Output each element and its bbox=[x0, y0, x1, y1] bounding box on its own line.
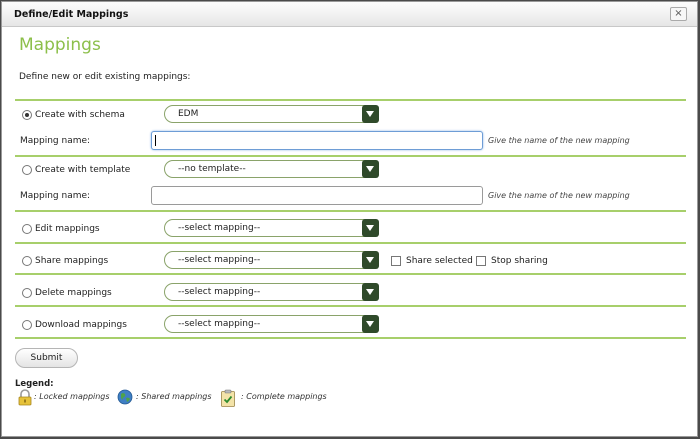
intro-text: Define new or edit existing mappings: bbox=[19, 72, 191, 82]
delete-mappings-row: Delete mappings --select mapping-- bbox=[15, 283, 686, 305]
edit-mappings-label[interactable]: Edit mappings bbox=[35, 224, 100, 234]
mappings-dialog: Define/Edit Mappings × Mappings Define n… bbox=[1, 1, 698, 437]
delete-mappings-radio[interactable] bbox=[22, 288, 32, 298]
template-mapping-name-input[interactable] bbox=[151, 186, 483, 205]
lock-icon bbox=[18, 389, 32, 406]
create-schema-radio[interactable] bbox=[22, 110, 32, 120]
create-template-row: Create with template --no template-- bbox=[15, 160, 686, 182]
create-template-radio[interactable] bbox=[22, 165, 32, 175]
template-mapping-name-row: Mapping name: Give the name of the new m… bbox=[15, 186, 686, 208]
delete-select-value: --select mapping-- bbox=[178, 287, 261, 297]
legend-shared-text: : Shared mappings bbox=[136, 392, 212, 401]
chevron-down-icon bbox=[362, 219, 379, 237]
download-mapping-select[interactable]: --select mapping-- bbox=[164, 315, 379, 333]
stop-sharing-checkbox[interactable] bbox=[476, 256, 486, 266]
divider bbox=[15, 99, 686, 101]
delete-mappings-label[interactable]: Delete mappings bbox=[35, 288, 112, 298]
template-select[interactable]: --no template-- bbox=[164, 160, 379, 178]
divider bbox=[15, 242, 686, 244]
edit-select-value: --select mapping-- bbox=[178, 223, 261, 233]
page-title: Mappings bbox=[19, 35, 101, 55]
share-mappings-radio[interactable] bbox=[22, 256, 32, 266]
share-mappings-row: Share mappings --select mapping-- Share … bbox=[15, 251, 686, 273]
download-mappings-radio[interactable] bbox=[22, 320, 32, 330]
schema-select[interactable]: EDM bbox=[164, 105, 379, 123]
legend-locked-text: : Locked mappings bbox=[34, 392, 110, 401]
legend-complete-text: : Complete mappings bbox=[241, 392, 327, 401]
delete-mapping-select[interactable]: --select mapping-- bbox=[164, 283, 379, 301]
legend-title: Legend: bbox=[15, 379, 54, 389]
edit-mappings-row: Edit mappings --select mapping-- bbox=[15, 219, 686, 241]
mapping-name-label: Mapping name: bbox=[20, 136, 91, 146]
share-selected-checkbox[interactable] bbox=[391, 256, 401, 266]
share-mappings-label[interactable]: Share mappings bbox=[35, 256, 108, 266]
share-mapping-select[interactable]: --select mapping-- bbox=[164, 251, 379, 269]
download-mappings-label[interactable]: Download mappings bbox=[35, 320, 127, 330]
edit-mapping-select[interactable]: --select mapping-- bbox=[164, 219, 379, 237]
divider bbox=[15, 305, 686, 307]
share-select-value: --select mapping-- bbox=[178, 255, 261, 265]
title-bar[interactable]: Define/Edit Mappings × bbox=[2, 2, 697, 27]
share-selected-label[interactable]: Share selected bbox=[406, 256, 473, 266]
mapping-name-hint: Give the name of the new mapping bbox=[488, 191, 630, 200]
globe-icon bbox=[117, 389, 133, 405]
close-button[interactable]: × bbox=[670, 7, 687, 21]
submit-button[interactable]: Submit bbox=[15, 348, 78, 368]
divider bbox=[15, 273, 686, 275]
chevron-down-icon bbox=[362, 251, 379, 269]
divider bbox=[15, 337, 686, 339]
stop-sharing-label[interactable]: Stop sharing bbox=[491, 256, 548, 266]
create-schema-label[interactable]: Create with schema bbox=[35, 110, 125, 120]
chevron-down-icon bbox=[362, 105, 379, 123]
mapping-name-label: Mapping name: bbox=[20, 191, 91, 201]
download-mappings-row: Download mappings --select mapping-- bbox=[15, 315, 686, 337]
schema-mapping-name-input[interactable] bbox=[151, 131, 483, 150]
divider bbox=[15, 155, 686, 157]
chevron-down-icon bbox=[362, 315, 379, 333]
download-select-value: --select mapping-- bbox=[178, 319, 261, 329]
schema-select-value: EDM bbox=[178, 109, 199, 119]
clipboard-check-icon bbox=[221, 389, 235, 407]
chevron-down-icon bbox=[362, 160, 379, 178]
create-template-label[interactable]: Create with template bbox=[35, 165, 130, 175]
chevron-down-icon bbox=[362, 283, 379, 301]
schema-mapping-name-row: Mapping name: Give the name of the new m… bbox=[15, 131, 686, 153]
dialog-title: Define/Edit Mappings bbox=[14, 9, 129, 20]
mapping-name-hint: Give the name of the new mapping bbox=[488, 136, 630, 145]
divider bbox=[15, 210, 686, 212]
template-select-value: --no template-- bbox=[178, 164, 246, 174]
edit-mappings-radio[interactable] bbox=[22, 224, 32, 234]
create-schema-row: Create with schema EDM bbox=[15, 105, 686, 127]
